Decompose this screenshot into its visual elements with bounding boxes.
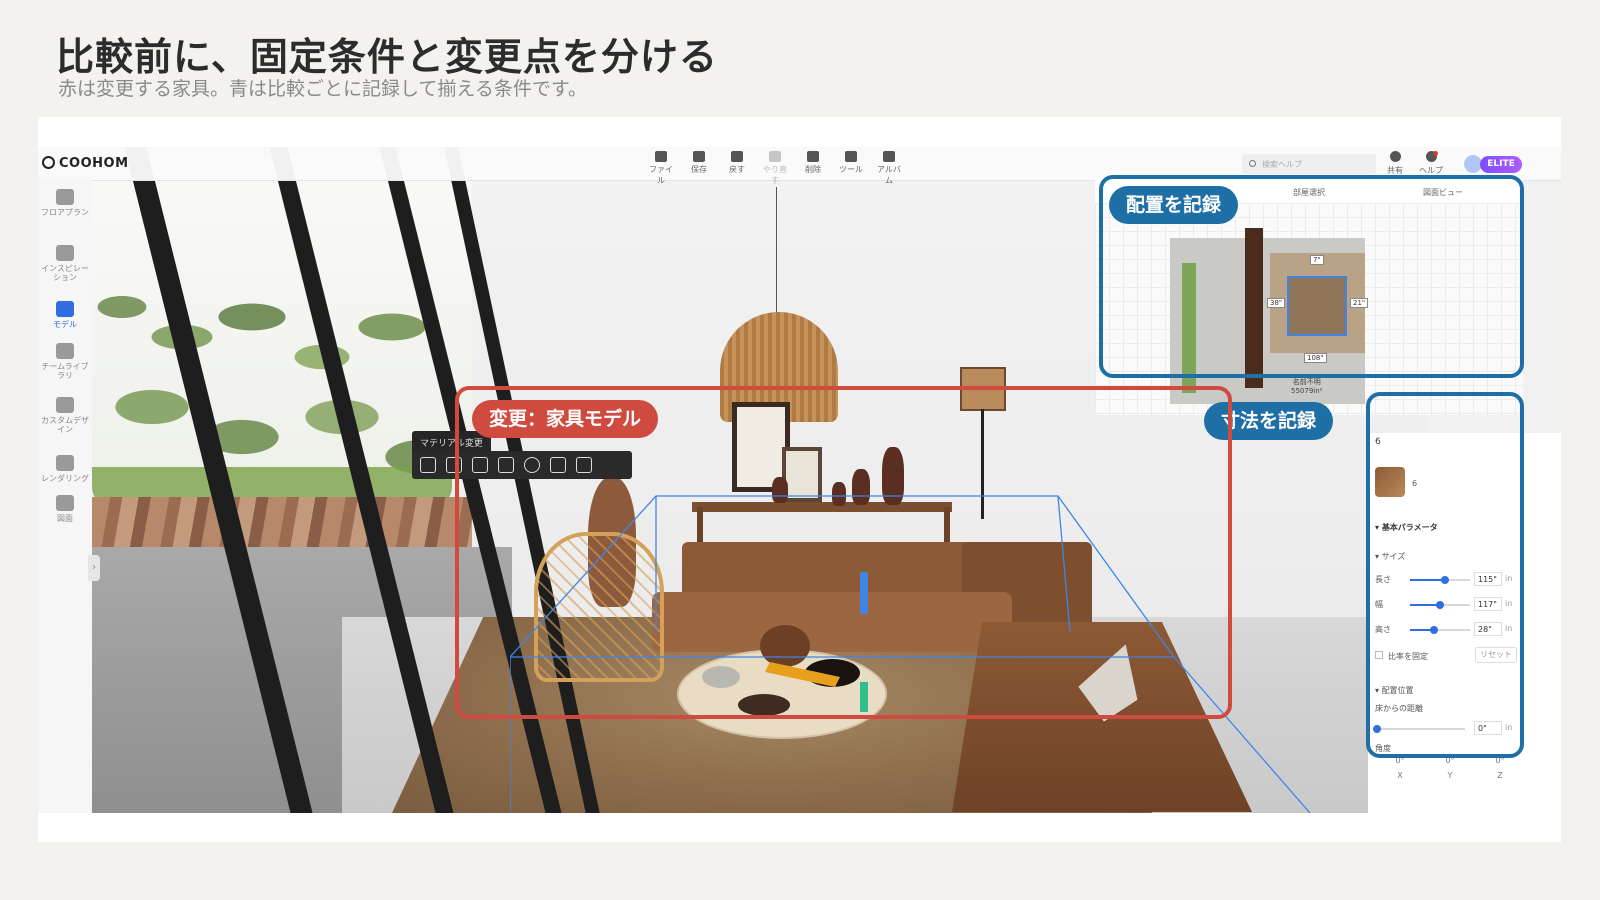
drawing-icon [56, 495, 74, 511]
move-icon[interactable] [420, 457, 436, 473]
room-area: 55079in² [1291, 387, 1323, 395]
search-icon [1249, 160, 1256, 167]
logo-text: COOHOM [59, 156, 129, 171]
wrench-icon [845, 151, 857, 162]
sidebar-item-drawing[interactable]: 図面 [38, 495, 92, 523]
floorplan-icon [56, 189, 74, 205]
slide-subtitle: 赤は変更する家具。青は比較ごとに記録して揃える条件です。 [58, 78, 587, 100]
logo: COOHOM [42, 156, 129, 171]
bulb-icon [56, 245, 74, 261]
toolbar-file-button[interactable]: ファイル [648, 151, 674, 186]
sofa-icon [56, 301, 74, 317]
axis-z-label: Z [1497, 771, 1503, 780]
help-search-input[interactable]: 検索ヘルプ [1242, 154, 1376, 174]
toolbar-label: ファイル [649, 165, 673, 185]
slide-title: 比較前に、固定条件と変更点を分ける [56, 35, 718, 79]
help-label: ヘルプ [1419, 166, 1443, 175]
redo-icon [769, 151, 781, 162]
eraser-icon [807, 151, 819, 162]
sidebar-item-label: 図面 [57, 514, 73, 523]
toolbar-label: やり直す [763, 165, 787, 185]
custom-design-icon [56, 397, 74, 413]
sidebar-item-camera[interactable]: レンダリング [38, 455, 92, 483]
sidebar-collapse-button[interactable]: › [88, 555, 100, 581]
toolbar-label: ツール [839, 165, 863, 174]
sidebar-item-crown[interactable]: チームライブラリ [38, 343, 92, 380]
main-toolbar: ファイル 保存 戻す やり直す 削除 ツール アルバム [648, 151, 902, 186]
elite-badge[interactable]: ELITE [1480, 156, 1522, 173]
toolbar-eraser-button[interactable]: 削除 [800, 151, 826, 186]
sidebar-item-label: インスピレーション [41, 264, 89, 282]
toolbar-undo-button[interactable]: 戻す [724, 151, 750, 186]
help-button[interactable]: ヘルプ [1416, 151, 1446, 176]
camera-icon [56, 455, 74, 471]
toolbar-label: 削除 [805, 165, 821, 174]
sidebar-item-custom-design[interactable]: カスタムデザイン [38, 397, 92, 434]
room-name: 名前不明 [1292, 378, 1321, 386]
crown-icon [56, 343, 74, 359]
pendant-wire [776, 187, 777, 317]
axis-x-label: X [1397, 771, 1403, 780]
toolbar-save-button[interactable]: 保存 [686, 151, 712, 186]
share-label: 共有 [1387, 166, 1403, 175]
toolbar-label: アルバム [877, 165, 901, 185]
sidebar-item-bulb[interactable]: インスピレーション [38, 245, 92, 282]
toolbar-wrench-button[interactable]: ツール [838, 151, 864, 186]
sidebar-item-floorplan[interactable]: フロアプラン [38, 189, 92, 217]
save-icon [693, 151, 705, 162]
sidebar-item-label: レンダリング [41, 474, 89, 483]
coohom-logo-icon [42, 156, 55, 169]
help-search-placeholder: 検索ヘルプ [1262, 160, 1302, 169]
file-icon [655, 151, 667, 162]
sidebar-item-label: モデル [53, 320, 77, 329]
toolbar-label: 保存 [691, 165, 707, 174]
toolbar-label: 戻す [729, 165, 745, 174]
dimensions-highlight [1366, 392, 1524, 758]
left-sidebar: フロアプランインスピレーションモデルチームライブラリ カスタムデザインレンダリング… [38, 177, 92, 813]
album-icon [883, 151, 895, 162]
placement-callout: 配置を記録 [1109, 186, 1239, 224]
sidebar-item-label: チームライブラリ [41, 362, 89, 380]
undo-icon [731, 151, 743, 162]
room-label: 名前不明 55079in² [1291, 378, 1322, 396]
sidebar-item-label: カスタムデザイン [41, 416, 89, 434]
toolbar-album-button[interactable]: アルバム [876, 151, 902, 186]
share-icon [1389, 151, 1401, 162]
change-callout: 変更：家具モデル [472, 400, 659, 438]
share-button[interactable]: 共有 [1380, 151, 1410, 176]
axis-y-label: Y [1447, 771, 1453, 780]
sidebar-item-sofa[interactable]: モデル [38, 301, 92, 329]
notification-dot [1433, 151, 1438, 156]
toolbar-redo-button[interactable]: やり直す [762, 151, 788, 186]
sidebar-item-label: フロアプラン [41, 208, 89, 217]
